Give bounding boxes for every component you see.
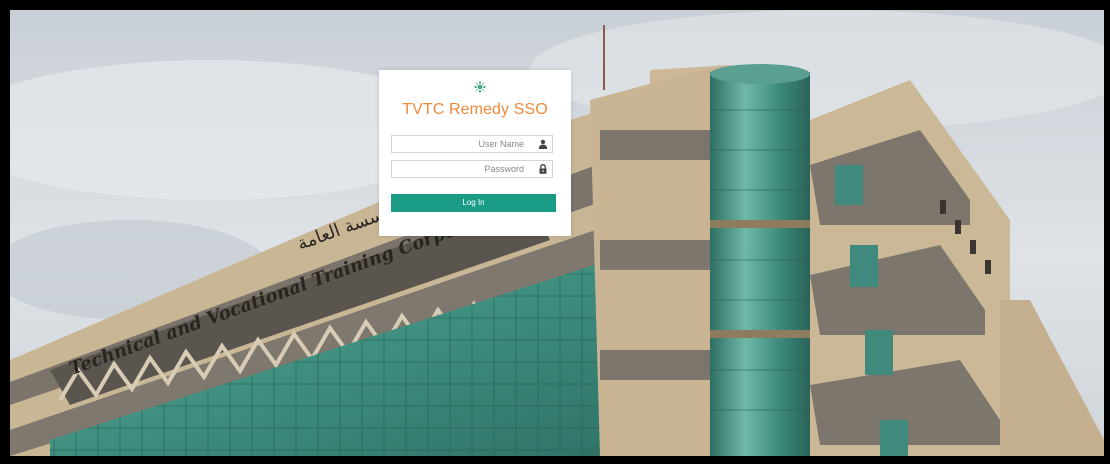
login-panel: TVTC Remedy SSO Log In	[379, 70, 571, 236]
password-input[interactable]	[392, 161, 530, 177]
window-frame: Technical and Vocational Training Corpor…	[0, 0, 1110, 464]
password-field[interactable]	[391, 160, 553, 178]
username-input[interactable]	[392, 136, 530, 152]
login-button[interactable]: Log In	[391, 194, 556, 212]
page-viewport: Technical and Vocational Training Corpor…	[10, 10, 1104, 456]
tvtc-logo-icon	[473, 80, 487, 94]
lock-icon	[539, 164, 547, 174]
username-field[interactable]	[391, 135, 553, 153]
app-title: TVTC Remedy SSO	[402, 101, 548, 118]
user-icon	[538, 139, 548, 149]
